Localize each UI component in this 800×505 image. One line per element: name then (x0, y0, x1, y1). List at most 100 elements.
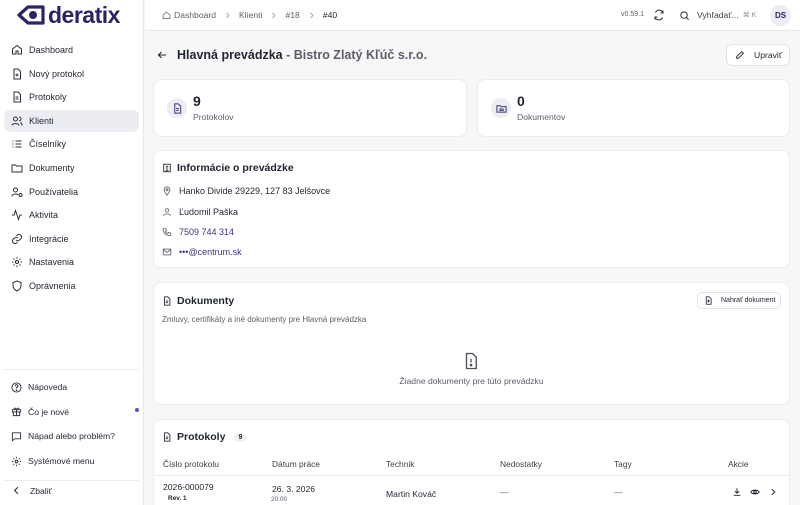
contact-person-row: Ľudomil Paška (162, 207, 238, 217)
nav-item-activity[interactable]: Aktivita (4, 204, 139, 226)
search-icon (680, 10, 689, 20)
table-divider (154, 475, 789, 476)
page-title-main: Hlavná prevádzka (177, 48, 283, 62)
system-menu-link[interactable]: Systémové menu (4, 449, 139, 474)
work-date: 26. 3. 2026 (272, 484, 316, 494)
stat-card-protocols: 9 Protokolov (153, 79, 467, 137)
breadcrumb-dashboard[interactable]: Dashboard (174, 10, 216, 20)
feedback-link[interactable]: Nápad alebo problém? (4, 424, 139, 449)
file-upload-icon (705, 296, 712, 305)
feedback-label: Nápad alebo problém? (28, 431, 115, 442)
chevron-left-icon (13, 486, 19, 495)
column-header-number[interactable]: Číslo protokolu (163, 459, 219, 469)
help-label: Nápoveda (28, 382, 68, 393)
nav-item-label: Číselníky (29, 139, 67, 150)
nav-item-protocols[interactable]: Protokoly (4, 86, 139, 108)
protocols-section-title: Protokoly 9 (162, 431, 247, 443)
email-row: •••@centrum.sk (162, 247, 242, 257)
home-icon (162, 11, 171, 19)
search-shortcut: ⌘ K (742, 12, 757, 19)
chevron-right-icon (272, 12, 276, 18)
sidebar: deratix Dashboard Nový protokol Protokol… (0, 0, 144, 505)
breadcrumb-clients[interactable]: Klienti (239, 10, 262, 20)
new-indicator-dot (135, 407, 139, 412)
nav-item-integrations[interactable]: Integrácie (4, 228, 139, 250)
nav-item-label: Oprávnenia (29, 280, 76, 291)
download-icon[interactable] (732, 487, 742, 497)
search-placeholder: Vyhľadať... (697, 10, 739, 20)
nav-item-clients[interactable]: Klienti (4, 109, 139, 132)
main-nav: Dashboard Nový protokol Protokoly Klient… (4, 39, 139, 299)
nav-item-label: Dashboard (29, 45, 74, 55)
folder-icon (11, 164, 23, 173)
nav-item-dashboard[interactable]: Dashboard (4, 39, 139, 61)
nav-item-new-protocol[interactable]: Nový protokol (4, 63, 139, 85)
column-header-tags[interactable]: Tagy (614, 459, 632, 469)
top-bar: Dashboard Klienti #18 #40 v0.59.1 Vyhľad… (145, 0, 800, 31)
help-link[interactable]: Nápoveda (4, 375, 139, 400)
documents-title: Dokumenty (177, 295, 235, 307)
list-icon (12, 140, 22, 148)
column-header-technician[interactable]: Technik (386, 459, 414, 469)
eye-icon[interactable] (750, 487, 760, 497)
revision-badge: Rev. 1 (168, 495, 187, 502)
search-input[interactable]: Vyhľadať... ⌘ K (676, 5, 766, 25)
collapse-sidebar-button[interactable]: Zbaliť (4, 480, 139, 500)
edit-label: Upraviť (754, 50, 783, 60)
users-icon (11, 116, 23, 126)
logo-icon (17, 5, 45, 25)
edit-button[interactable]: Upraviť (726, 44, 790, 66)
link-icon (12, 233, 22, 244)
breadcrumb: Dashboard Klienti #18 #40 (162, 10, 337, 20)
stat-icon-wrap (491, 98, 511, 118)
settings-icon (12, 257, 22, 268)
gift-icon (11, 408, 22, 417)
deficiencies-value: — (500, 487, 509, 497)
message-icon (11, 432, 22, 442)
nav-item-documents[interactable]: Dokumenty (4, 157, 139, 179)
nav-item-label: Používatelia (29, 186, 79, 197)
stat-card-documents: 0 Dokumentov (477, 79, 790, 137)
column-header-deficiencies[interactable]: Nedostatky (500, 459, 542, 469)
mail-icon (162, 248, 172, 256)
nav-item-permissions[interactable]: Oprávnenia (4, 275, 139, 297)
breadcrumb-current: #40 (322, 10, 338, 20)
protocol-number[interactable]: 2026-000079 (163, 482, 214, 492)
email-link[interactable]: •••@centrum.sk (179, 247, 242, 257)
nav-item-label: Protokoly (29, 92, 67, 103)
address-text: Hanko Divide 29229, 127 83 Jelšovce (179, 186, 331, 196)
phone-icon (162, 227, 172, 237)
column-header-date[interactable]: Dátum práce (272, 459, 320, 469)
back-arrow-icon[interactable] (156, 49, 168, 61)
user-cog-icon (11, 187, 23, 197)
nav-item-label: Integrácie (29, 233, 69, 244)
nav-item-label: Dokumenty (29, 162, 75, 173)
page-header: Hlavná prevádzka - Bistro Zlatý Kľúč s.r… (155, 44, 790, 66)
gear-icon (11, 456, 22, 466)
phone-link[interactable]: 7509 744 314 (179, 227, 234, 237)
stat-label: Protokolov (193, 112, 234, 122)
home-icon (12, 44, 22, 55)
avatar[interactable]: DS (770, 5, 791, 26)
whats-new-link[interactable]: Čo je nové (4, 400, 139, 425)
documents-section-title: Dokumenty (162, 295, 234, 307)
chevron-right-icon[interactable] (768, 487, 778, 497)
upload-document-button[interactable]: Nahrať dokument (697, 292, 781, 309)
breadcrumb-client[interactable]: #18 (285, 10, 299, 20)
stat-value: 9 (193, 93, 201, 109)
refresh-icon[interactable] (653, 9, 665, 21)
address-row: Hanko Divide 29229, 127 83 Jelšovce (162, 186, 330, 196)
nav-item-codebooks[interactable]: Číselníky (4, 133, 139, 155)
nav-item-users[interactable]: Používatelia (4, 181, 139, 203)
chevron-right-icon (309, 12, 314, 18)
folder-icon (495, 104, 507, 113)
logo[interactable]: deratix (16, 4, 120, 27)
nav-item-settings[interactable]: Nastavenia (4, 251, 139, 273)
page-title-client: - Bistro Zlatý Kľúč s.r.o. (282, 48, 428, 62)
info-section-title: Informácie o prevádzke (162, 162, 294, 174)
documents-description: Zmluvy, certifikáty a iné dokumenty pre … (162, 315, 367, 324)
stat-label: Dokumentov (517, 112, 566, 122)
nav-item-label: Klienti (29, 115, 54, 126)
contact-person-text: Ľudomil Paška (179, 207, 239, 217)
nav-item-label: Aktivita (29, 210, 59, 221)
